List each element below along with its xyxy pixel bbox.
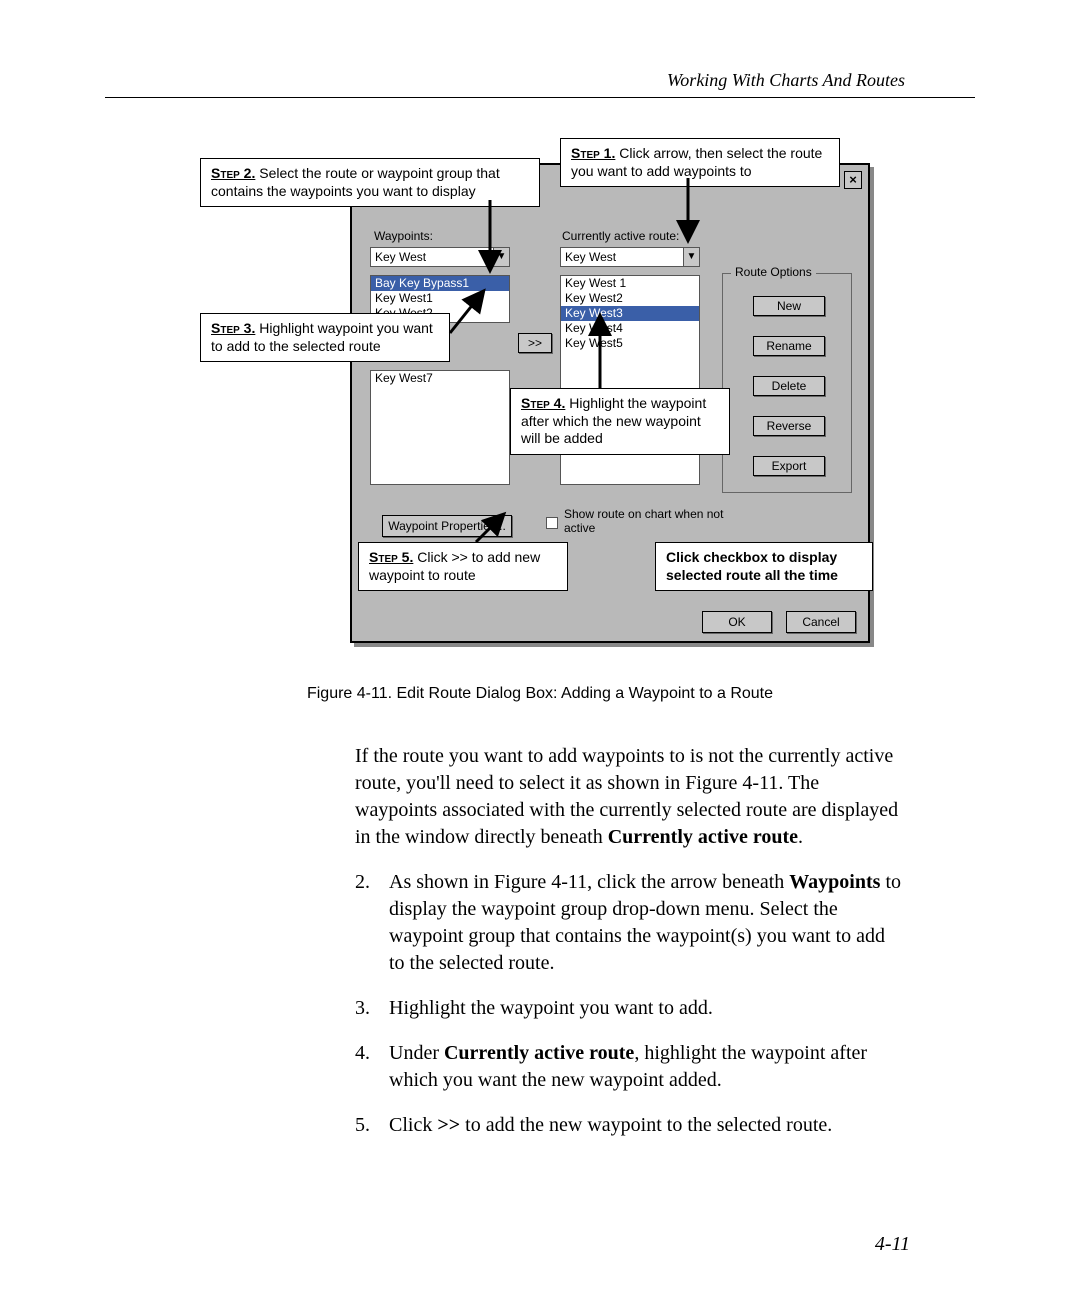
list-item: 3. Highlight the waypoint you want to ad… [355, 995, 905, 1022]
list-item[interactable]: Key West7 [371, 371, 509, 386]
list-item[interactable]: Key West 1 [561, 276, 699, 291]
list-item: 2. As shown in Figure 4-11, click the ar… [355, 869, 905, 977]
reverse-button[interactable]: Reverse [753, 416, 825, 436]
list-item[interactable]: Key West5 [561, 336, 699, 351]
list-item[interactable]: Key West1 [371, 291, 509, 306]
callout-step2: Step 2. Select the route or waypoint gro… [200, 158, 540, 207]
close-icon[interactable]: × [844, 171, 862, 189]
delete-button[interactable]: Delete [753, 376, 825, 396]
body-text: If the route you want to add waypoints t… [355, 743, 905, 1139]
show-route-checkbox[interactable] [546, 517, 558, 529]
list-item[interactable]: Key West3 [561, 306, 699, 321]
header-rule [105, 97, 975, 98]
waypoints-combo-value: Key West [375, 250, 426, 264]
callout-step1: Step 1. Click arrow, then select the rou… [560, 138, 840, 187]
waypoints-label: Waypoints: [374, 229, 433, 243]
page-number: 4-11 [875, 1233, 910, 1256]
new-button[interactable]: New [753, 296, 825, 316]
route-options-label: Route Options [731, 265, 816, 279]
callout-checkbox: Click checkbox to display selected route… [655, 542, 873, 591]
waypoint-properties-button[interactable]: Waypoint Properties... [382, 515, 512, 537]
rename-button[interactable]: Rename [753, 336, 825, 356]
list-item: 5. Click >> to add the new waypoint to t… [355, 1112, 905, 1139]
running-head: Working With Charts And Routes [95, 70, 985, 91]
list-item[interactable]: Bay Key Bypass1 [371, 276, 509, 291]
chevron-down-icon[interactable]: ▼ [683, 248, 699, 266]
waypoints-lower-list[interactable]: Key West7 [370, 370, 510, 485]
show-route-label: Show route on chart when not active [564, 507, 724, 535]
route-combo-value: Key West [565, 250, 616, 264]
waypoints-combo[interactable]: Key West ▼ [370, 247, 510, 267]
list-item[interactable]: Key West2 [561, 291, 699, 306]
intro-paragraph: If the route you want to add waypoints t… [355, 743, 905, 851]
list-item: 4. Under Currently active route, highlig… [355, 1040, 905, 1094]
ok-button[interactable]: OK [702, 611, 772, 633]
export-button[interactable]: Export [753, 456, 825, 476]
route-label: Currently active route: [562, 229, 679, 243]
callout-step4: Step 4. Highlight the waypoint after whi… [510, 388, 730, 455]
callout-step5: Step 5. Click >> to add new waypoint to … [358, 542, 568, 591]
figure-edit-route: × Waypoints: Key West ▼ Currently active… [200, 138, 880, 643]
callout-step3: Step 3. Highlight waypoint you want to a… [200, 313, 450, 362]
chevron-down-icon[interactable]: ▼ [493, 248, 509, 266]
cancel-button[interactable]: Cancel [786, 611, 856, 633]
route-combo[interactable]: Key West ▼ [560, 247, 700, 267]
list-item[interactable]: Key West4 [561, 321, 699, 336]
figure-caption: Figure 4-11. Edit Route Dialog Box: Addi… [95, 685, 985, 703]
route-options-group: Route Options New Rename Delete Reverse … [722, 273, 852, 493]
add-waypoint-button[interactable]: >> [518, 333, 552, 353]
